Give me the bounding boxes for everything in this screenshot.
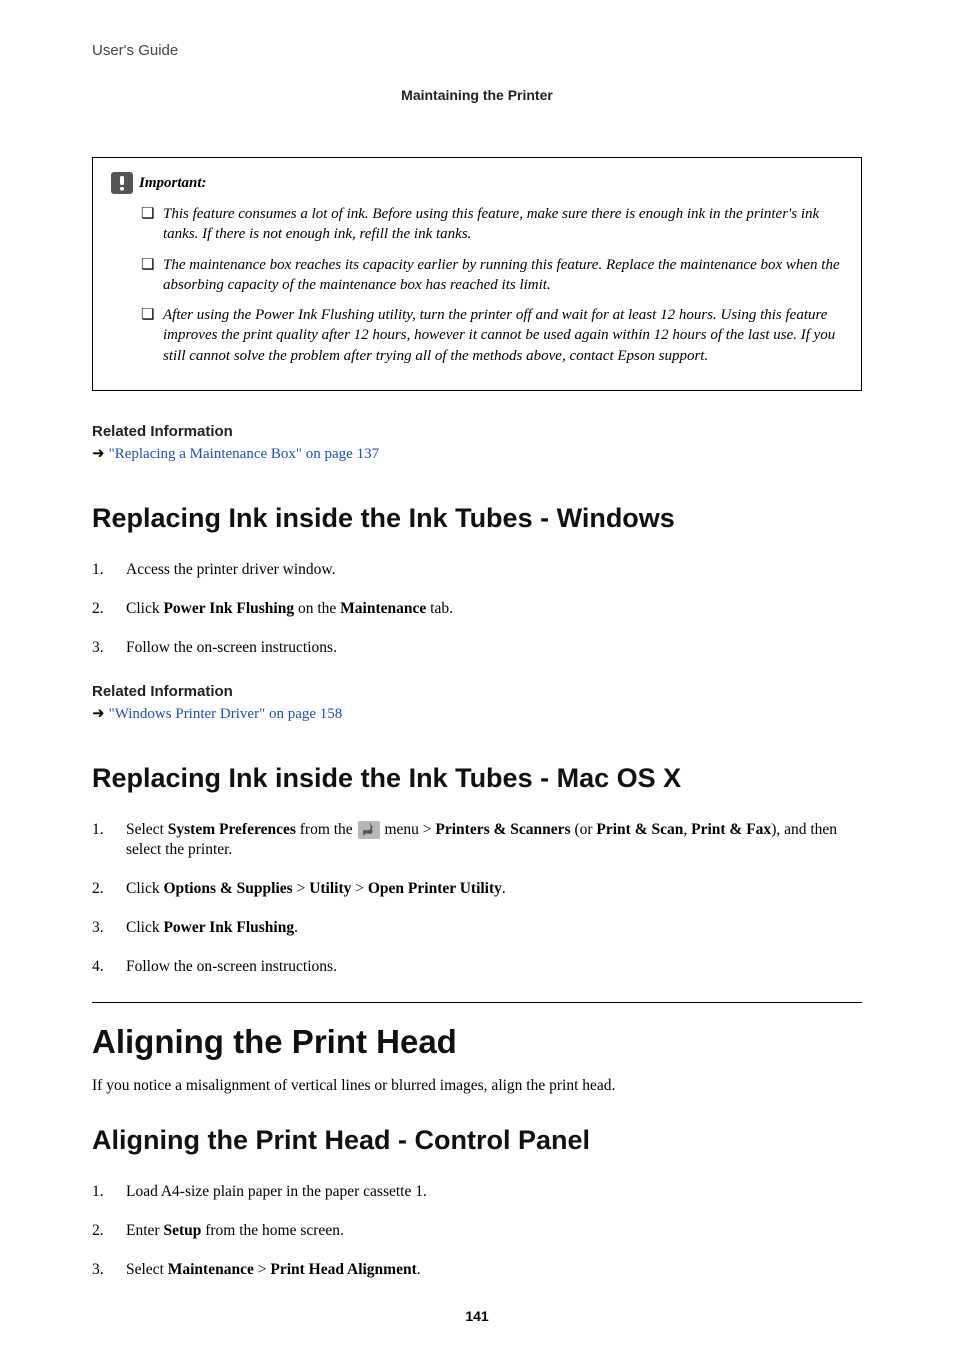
text: Select [126, 1261, 168, 1278]
section-title-control-panel: Aligning the Print Head - Control Panel [92, 1125, 862, 1156]
important-item: This feature consumes a lot of ink. Befo… [141, 204, 843, 245]
important-list: This feature consumes a lot of ink. Befo… [111, 204, 843, 366]
text: Click [126, 600, 163, 617]
breadcrumb: Maintaining the Printer [92, 87, 862, 103]
text: Click [126, 919, 163, 936]
important-item: After using the Power Ink Flushing utili… [141, 305, 843, 366]
text-bold: Open Printer Utility [368, 880, 502, 897]
link-arrow-icon: ➜ [92, 447, 105, 462]
topic-title-align: Aligning the Print Head [92, 1002, 862, 1061]
text-bold: Print & Scan [596, 821, 683, 838]
important-heading: Important: [111, 172, 843, 194]
section-title-mac: Replacing Ink inside the Ink Tubes - Mac… [92, 763, 862, 794]
text-bold: Setup [163, 1222, 201, 1239]
related-link-row: ➜ "Windows Printer Driver" on page 158 [92, 706, 862, 723]
important-icon [111, 172, 133, 194]
text-bold: Print & Fax [691, 821, 771, 838]
related-link[interactable]: "Windows Printer Driver" on page 158 [109, 706, 343, 723]
step: Select System Preferences from the menu … [92, 820, 862, 862]
text: > [254, 1261, 271, 1278]
text-bold: Print Head Alignment [270, 1261, 416, 1278]
step: Follow the on-screen instructions. [92, 957, 862, 978]
text-bold: Utility [309, 880, 351, 897]
text: from the home screen. [201, 1222, 343, 1239]
text: menu > [381, 821, 436, 838]
step: Click Options & Supplies > Utility > Ope… [92, 879, 862, 900]
section-title-windows: Replacing Ink inside the Ink Tubes - Win… [92, 503, 862, 534]
text: > [351, 880, 368, 897]
text-bold: System Preferences [168, 821, 296, 838]
text-bold: Maintenance [340, 600, 426, 617]
steps-mac: Select System Preferences from the menu … [92, 820, 862, 979]
link-arrow-icon: ➜ [92, 707, 105, 722]
related-link-row: ➜ "Replacing a Maintenance Box" on page … [92, 446, 862, 463]
related-link[interactable]: "Replacing a Maintenance Box" on page 13… [109, 446, 380, 463]
text: tab. [426, 600, 453, 617]
text: . [417, 1261, 421, 1278]
step: Select Maintenance > Print Head Alignmen… [92, 1260, 862, 1281]
topic-intro: If you notice a misalignment of vertical… [92, 1077, 862, 1095]
step: Click Power Ink Flushing on the Maintena… [92, 599, 862, 620]
important-callout: Important: This feature consumes a lot o… [92, 157, 862, 391]
text: . [294, 919, 298, 936]
text-bold: Power Ink Flushing [163, 919, 294, 936]
text: (or [571, 821, 597, 838]
text-bold: Power Ink Flushing [163, 600, 294, 617]
text: on the [294, 600, 340, 617]
steps-windows: Access the printer driver window. Click … [92, 560, 862, 659]
text-bold: Options & Supplies [163, 880, 292, 897]
text-bold: Maintenance [168, 1261, 254, 1278]
page-number: 141 [0, 1308, 954, 1324]
header-guide-label: User's Guide [92, 42, 862, 59]
text: Select [126, 821, 168, 838]
step: Click Power Ink Flushing. [92, 918, 862, 939]
important-label: Important: [139, 175, 207, 192]
text: > [293, 880, 310, 897]
apple-menu-icon [358, 821, 380, 839]
text: . [502, 880, 506, 897]
important-item: The maintenance box reaches its capacity… [141, 255, 843, 296]
text: Click [126, 880, 163, 897]
step: Follow the on-screen instructions. [92, 638, 862, 659]
related-info-heading: Related Information [92, 423, 862, 440]
text: , [683, 821, 691, 838]
step: Enter Setup from the home screen. [92, 1221, 862, 1242]
text: from the [296, 821, 357, 838]
step: Access the printer driver window. [92, 560, 862, 581]
text-bold: Printers & Scanners [435, 821, 570, 838]
steps-control-panel: Load A4-size plain paper in the paper ca… [92, 1182, 862, 1281]
text: Enter [126, 1222, 163, 1239]
related-info-heading: Related Information [92, 683, 862, 700]
step: Load A4-size plain paper in the paper ca… [92, 1182, 862, 1203]
